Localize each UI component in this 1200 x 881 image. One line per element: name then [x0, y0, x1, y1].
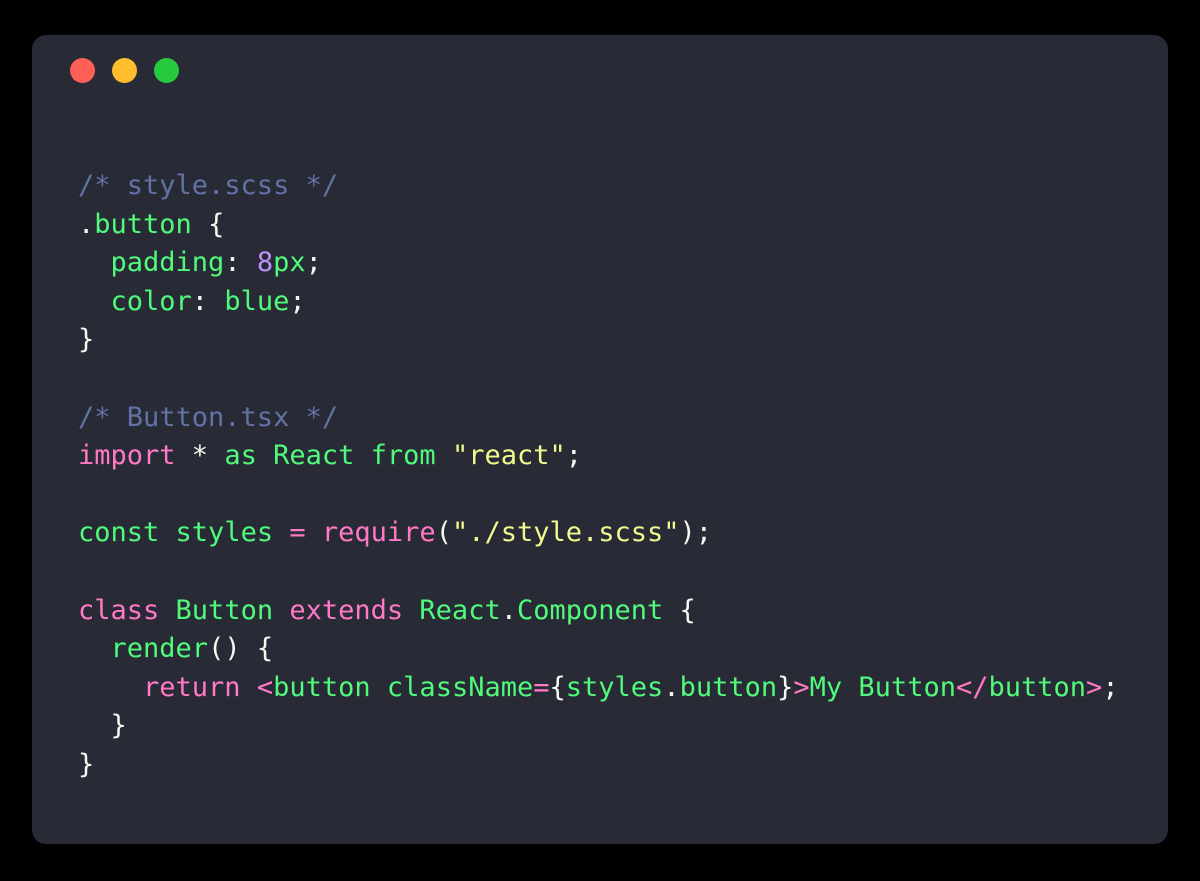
code-token: import [78, 440, 176, 472]
code-line: /* style.scss */ [78, 167, 1168, 206]
code-token: : [224, 247, 257, 279]
code-token: render [110, 633, 209, 665]
code-token: ; [305, 247, 322, 279]
code-token: "./style.scss" [451, 517, 680, 549]
code-token: { [191, 208, 225, 240]
code-line: const styles = require("./style.scss"); [78, 514, 1168, 553]
code-token: button [273, 671, 371, 703]
code-token: = [289, 517, 306, 549]
code-token: Component [516, 594, 664, 626]
code-line: class Button extends React.Component { [78, 592, 1168, 631]
code-token: "react" [451, 440, 566, 472]
minimize-window-button[interactable] [112, 57, 137, 83]
code-token: = [533, 671, 550, 703]
code-token: ; [1102, 671, 1119, 703]
code-token: button [988, 671, 1087, 703]
code-line: } [78, 321, 1168, 360]
code-token: 8 [256, 247, 274, 279]
code-token: } [78, 748, 95, 780]
code-token: color [110, 285, 192, 317]
code-token: as [224, 440, 257, 472]
code-token: > [1086, 671, 1103, 703]
code-line: } [78, 707, 1168, 746]
code-token: React [273, 440, 355, 472]
code-line: /* Button.tsx */ [78, 399, 1168, 438]
code-token: padding [110, 247, 225, 279]
code-token: . [78, 208, 95, 240]
code-token: px [273, 247, 306, 279]
code-token: require [321, 517, 436, 549]
code-token: > [793, 671, 810, 703]
code-line: padding: 8px; [78, 244, 1168, 283]
code-token: } [777, 671, 794, 703]
code-token: { [663, 594, 696, 626]
code-token: const [78, 517, 160, 549]
code-token: } [78, 324, 95, 356]
code-line: import * as React from "react"; [78, 437, 1168, 476]
code-line: render() { [78, 630, 1168, 669]
code-token: styles [565, 671, 664, 703]
code-token: from [370, 440, 436, 472]
code-token: styles [175, 517, 274, 549]
code-token: ; [565, 440, 583, 472]
code-token: /* style.scss */ [78, 170, 339, 201]
code-token: < [256, 671, 274, 703]
code-token: () { [208, 633, 274, 665]
code-token: : [191, 285, 225, 317]
code-line: .button { [78, 206, 1168, 245]
code-editor-content[interactable]: /* style.scss */.button { padding: 8px; … [32, 105, 1168, 844]
code-token: extends [289, 594, 404, 626]
code-line: return <button className={styles.button}… [78, 669, 1168, 708]
close-window-button[interactable] [70, 57, 95, 83]
page-root: /* style.scss */.button { padding: 8px; … [0, 0, 1200, 881]
code-token: . [663, 671, 680, 703]
code-token: button [94, 208, 192, 240]
code-line: } [78, 746, 1168, 785]
code-line: color: blue; [78, 283, 1168, 322]
code-token: /* Button.tsx */ [78, 401, 339, 433]
code-token: / [972, 671, 989, 703]
code-token: } [78, 710, 127, 742]
code-token: React [419, 594, 501, 626]
code-token: Button [175, 594, 274, 626]
code-token: < [955, 671, 973, 703]
code-token: ( [435, 517, 452, 549]
code-token: ); [679, 517, 713, 549]
code-token: { [549, 671, 566, 703]
code-token: * [175, 440, 225, 472]
code-token: blue [224, 285, 290, 317]
window-titlebar [32, 35, 1168, 105]
code-token: . [500, 594, 517, 626]
code-token: return [143, 671, 241, 703]
code-token: ; [289, 285, 306, 317]
code-token: button [679, 671, 778, 703]
code-token: className [386, 671, 534, 703]
maximize-window-button[interactable] [154, 57, 179, 83]
code-token: My Button [809, 671, 956, 703]
code-token: class [78, 594, 160, 626]
code-window: /* style.scss */.button { padding: 8px; … [32, 35, 1168, 844]
